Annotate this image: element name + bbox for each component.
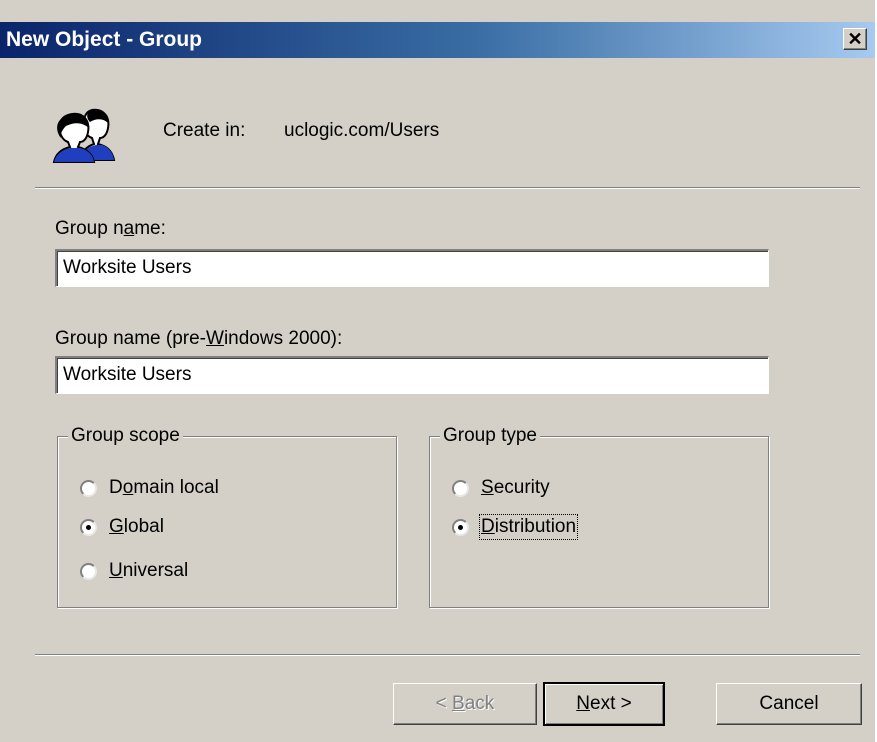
close-icon: ✕ [847,29,863,49]
create-in-path: uclogic.com/Users [284,120,440,141]
new-object-group-dialog: New Object - Group ✕ Create in: uclogic.… [0,0,877,742]
radio-universal-label: Universal [109,560,188,582]
group-scope-box: Group scope Domain local Global Universa… [57,425,397,608]
back-button[interactable]: < Back [393,683,537,725]
pre2000-label-post: indows 2000): [223,328,343,349]
radio-distribution[interactable]: Distribution [452,514,579,540]
group-users-icon [52,108,116,163]
opt-post: ecurity [493,477,550,498]
radio-security-label: Security [481,477,550,499]
radio-global[interactable]: Global [80,514,164,540]
title-bar[interactable]: New Object - Group ✕ [0,22,875,58]
radio-global-indicator[interactable] [80,518,97,536]
create-in-label: Create in: [163,120,246,141]
radio-domain-local[interactable]: Domain local [80,475,219,501]
radio-security-indicator[interactable] [452,479,469,497]
opt-post: main local [133,477,219,498]
group-name-pre2000-input[interactable]: Worksite Users [55,356,769,394]
next-button[interactable]: Next > [543,682,665,726]
radio-universal[interactable]: Universal [80,558,188,584]
opt-accel: D [481,516,495,537]
back-post: ack [464,693,495,714]
cancel-button[interactable]: Cancel [716,683,862,725]
opt-post: lobal [123,516,164,537]
opt-post: istribution [494,516,577,537]
bottom-separator [35,654,860,656]
opt-accel: U [109,560,123,581]
window-title: New Object - Group [6,28,203,51]
radio-domain-local-label: Domain local [109,477,219,499]
group-type-title: Group type [440,425,540,447]
close-button[interactable]: ✕ [843,28,867,50]
radio-global-label: Global [109,516,164,538]
radio-distribution-indicator[interactable] [452,518,469,536]
opt-accel: o [122,477,134,498]
group-name-pre2000-label: Group name (pre-Windows 2000): [55,328,342,350]
back-pre: < [435,693,453,714]
radio-universal-indicator[interactable] [80,562,97,580]
opt-accel: S [481,477,494,498]
group-name-label-accel: a [123,218,135,239]
group-name-label-post: me: [134,218,166,239]
opt-post: niversal [122,560,189,581]
next-post: ext > [590,693,632,714]
back-accel: B [452,693,465,714]
top-separator [35,187,860,189]
group-name-label: Group name: [55,218,166,240]
group-type-box: Group type Security Distribution [429,425,769,608]
opt-accel: G [109,516,124,537]
radio-distribution-label: Distribution [478,514,579,540]
radio-domain-local-indicator[interactable] [80,479,97,497]
group-scope-title: Group scope [68,425,183,447]
radio-security[interactable]: Security [452,475,550,501]
group-name-label-pre: Group n [55,218,124,239]
pre2000-label-pre: Group name (pre- [55,328,207,349]
opt-pre: D [109,477,123,498]
group-name-input[interactable]: Worksite Users [55,249,769,287]
next-accel: N [576,693,590,714]
pre2000-label-accel: W [206,328,224,349]
